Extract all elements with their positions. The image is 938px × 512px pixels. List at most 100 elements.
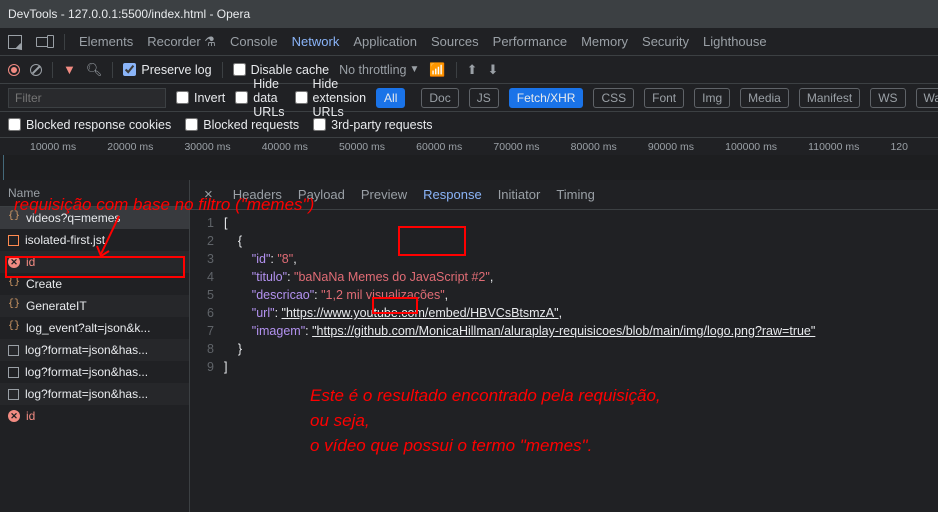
timeline-overview[interactable]: 10000 ms20000 ms30000 ms40000 ms50000 ms… (0, 138, 938, 180)
request-name: log?format=json&has... (25, 387, 148, 401)
preserve-log-checkbox[interactable]: Preserve log (123, 63, 211, 77)
separator (222, 62, 223, 78)
filter-bar: Invert Hide data URLs Hide extension URL… (0, 84, 938, 112)
timeline-tick: 120 (890, 141, 908, 153)
inspect-icon[interactable] (8, 35, 22, 49)
chevron-down-icon: ▼ (410, 64, 420, 75)
request-name: videos?q=memes (26, 211, 120, 225)
request-row[interactable]: log?format=json&has... (0, 361, 189, 383)
response-body[interactable]: 123456789 [ { "id": "8", "titulo": "baNa… (190, 210, 938, 512)
tab-elements[interactable]: Elements (79, 34, 133, 49)
filter-input[interactable] (8, 88, 166, 108)
request-name: id (26, 255, 35, 269)
request-row[interactable]: GenerateIT (0, 295, 189, 317)
timeline-tick: 20000 ms (107, 141, 153, 153)
timeline-ticks: 10000 ms20000 ms30000 ms40000 ms50000 ms… (0, 138, 938, 155)
extra-filter-bar: Blocked response cookies Blocked request… (0, 112, 938, 138)
clear-button[interactable] (30, 64, 42, 76)
main-content: Name videos?q=memes isolated-first.jst ✕ id… (0, 180, 938, 512)
detail-pane: × Headers Payload Preview Response Initi… (190, 180, 938, 512)
beaker-icon: ⚗ (204, 34, 216, 49)
request-row[interactable]: log?format=json&has... (0, 383, 189, 405)
request-row[interactable]: videos?q=memes (0, 207, 189, 229)
timeline-tick: 40000 ms (262, 141, 308, 153)
fetch-icon (8, 300, 20, 312)
request-row[interactable]: ✕ id (0, 405, 189, 427)
pill-ws[interactable]: WS (870, 88, 905, 108)
request-list-header[interactable]: Name (0, 180, 189, 207)
timeline-tick: 80000 ms (571, 141, 617, 153)
pill-fetch[interactable]: Fetch/XHR (509, 88, 584, 108)
request-row[interactable]: log_event?alt=json&k... (0, 317, 189, 339)
detail-tab-preview[interactable]: Preview (361, 182, 407, 207)
pill-manifest[interactable]: Manifest (799, 88, 860, 108)
tab-application[interactable]: Application (353, 34, 417, 49)
detail-tab-response[interactable]: Response (423, 182, 482, 207)
detail-tabs: × Headers Payload Preview Response Initi… (190, 180, 938, 210)
blocked-requests-checkbox[interactable]: Blocked requests (185, 118, 299, 132)
tab-console[interactable]: Console (230, 34, 278, 49)
device-toggle-icon[interactable] (36, 37, 50, 47)
hide-ext-checkbox[interactable]: Hide extension URLs (295, 77, 367, 119)
import-har-icon[interactable]: ⬆ (467, 62, 478, 78)
blocked-cookies-checkbox[interactable]: Blocked response cookies (8, 118, 171, 132)
hide-data-checkbox[interactable]: Hide data URLs (235, 77, 284, 119)
detail-tab-initiator[interactable]: Initiator (498, 182, 541, 207)
fetch-icon (8, 278, 20, 290)
pill-doc[interactable]: Doc (421, 88, 458, 108)
timeline-tick: 10000 ms (30, 141, 76, 153)
detail-tab-headers[interactable]: Headers (233, 182, 282, 207)
doc-icon (8, 389, 19, 400)
tab-memory[interactable]: Memory (581, 34, 628, 49)
err-icon: ✕ (8, 410, 20, 422)
request-name: GenerateIT (26, 299, 87, 313)
request-name: isolated-first.jst (25, 233, 105, 247)
detail-tab-timing[interactable]: Timing (556, 182, 595, 207)
search-icon[interactable]: 🔍︎ (86, 62, 103, 78)
record-button[interactable] (8, 64, 20, 76)
third-party-checkbox[interactable]: 3rd-party requests (313, 118, 432, 132)
js-icon (8, 235, 19, 246)
tab-security[interactable]: Security (642, 34, 689, 49)
tab-recorder[interactable]: Recorder ⚗ (147, 34, 216, 50)
doc-icon (8, 345, 19, 356)
request-name: id (26, 409, 35, 423)
close-detail-button[interactable]: × (200, 186, 217, 203)
export-har-icon[interactable]: ⬇ (488, 62, 499, 78)
network-conditions-icon[interactable]: 📶 (429, 62, 445, 78)
request-name: Create (26, 277, 62, 291)
request-name: log_event?alt=json&k... (26, 321, 150, 335)
request-row[interactable]: ✕ id (0, 251, 189, 273)
pill-js[interactable]: JS (469, 88, 499, 108)
request-name: log?format=json&has... (25, 365, 148, 379)
invert-checkbox[interactable]: Invert (176, 91, 225, 105)
timeline-tick: 110000 ms (808, 141, 859, 153)
pill-css[interactable]: CSS (593, 88, 634, 108)
detail-tab-payload[interactable]: Payload (298, 182, 345, 207)
request-row[interactable]: isolated-first.jst (0, 229, 189, 251)
window-title: DevTools - 127.0.0.1:5500/index.html - O… (8, 7, 250, 21)
err-icon: ✕ (8, 256, 20, 268)
throttling-select[interactable]: No throttling▼ (339, 63, 419, 77)
pill-media[interactable]: Media (740, 88, 789, 108)
fetch-icon (8, 322, 20, 334)
timeline-tick: 70000 ms (493, 141, 539, 153)
devtools-tabbar: Elements Recorder ⚗ Console Network Appl… (0, 28, 938, 56)
window-titlebar: DevTools - 127.0.0.1:5500/index.html - O… (0, 0, 938, 28)
disable-cache-checkbox[interactable]: Disable cache (233, 63, 330, 77)
tab-performance[interactable]: Performance (493, 34, 567, 49)
request-row[interactable]: log?format=json&has... (0, 339, 189, 361)
pill-wasm[interactable]: Wa (916, 88, 938, 108)
tab-lighthouse[interactable]: Lighthouse (703, 34, 767, 49)
request-list: Name videos?q=memes isolated-first.jst ✕ id… (0, 180, 190, 512)
pill-img[interactable]: Img (694, 88, 730, 108)
request-row[interactable]: Create (0, 273, 189, 295)
doc-icon (8, 367, 19, 378)
timeline-tick: 100000 ms (725, 141, 777, 153)
filter-toggle-icon[interactable]: ▼ (63, 62, 76, 77)
tab-sources[interactable]: Sources (431, 34, 479, 49)
pill-all[interactable]: All (376, 88, 405, 108)
tab-network[interactable]: Network (292, 34, 340, 49)
pill-font[interactable]: Font (644, 88, 684, 108)
separator (52, 62, 53, 78)
